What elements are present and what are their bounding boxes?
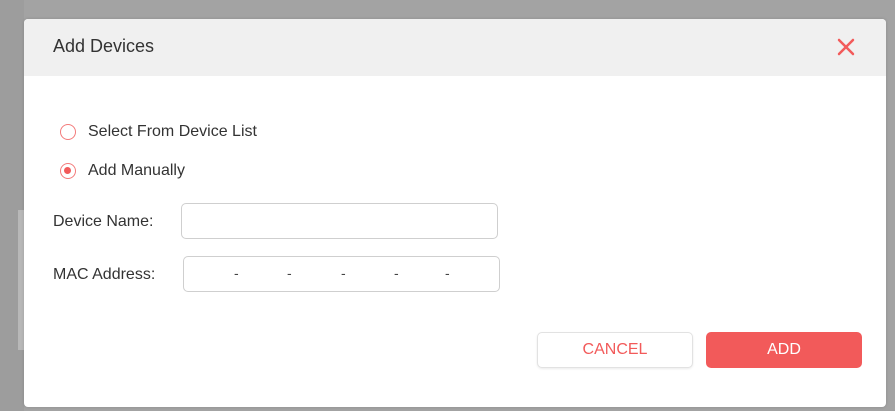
mac-segment-2[interactable] [242,258,286,292]
mac-segment-6[interactable] [454,258,498,292]
radio-checked-icon [60,163,76,179]
mac-segment-1[interactable] [186,258,230,292]
mac-address-field: - - - - - [183,256,500,292]
mac-separator: - [287,265,292,281]
device-name-label: Device Name: [53,213,154,230]
mac-segment-4[interactable] [349,258,393,292]
close-button[interactable] [832,33,860,61]
add-button[interactable]: ADD [706,332,862,368]
radio-add-manually[interactable]: Add Manually [60,161,185,181]
cancel-button[interactable]: CANCEL [537,332,693,368]
radio-unchecked-icon [60,124,76,140]
mac-separator: - [445,265,450,281]
mac-address-label: MAC Address: [53,266,156,283]
mac-segment-5[interactable] [402,258,446,292]
mac-separator: - [341,265,346,281]
dialog-title: Add Devices [53,36,155,56]
mac-segment-3[interactable] [295,258,339,292]
dialog-header: Add Devices [24,19,886,76]
mac-separator: - [234,265,239,281]
radio-label-select-from-device-list: Select From Device List [88,123,257,140]
mac-separator: - [394,265,399,281]
device-name-input[interactable] [181,203,498,239]
radio-select-from-device-list[interactable]: Select From Device List [60,122,257,142]
radio-label-add-manually: Add Manually [88,162,185,179]
close-icon [837,38,855,56]
add-devices-dialog: Add Devices Select From Device List Add … [24,19,886,407]
